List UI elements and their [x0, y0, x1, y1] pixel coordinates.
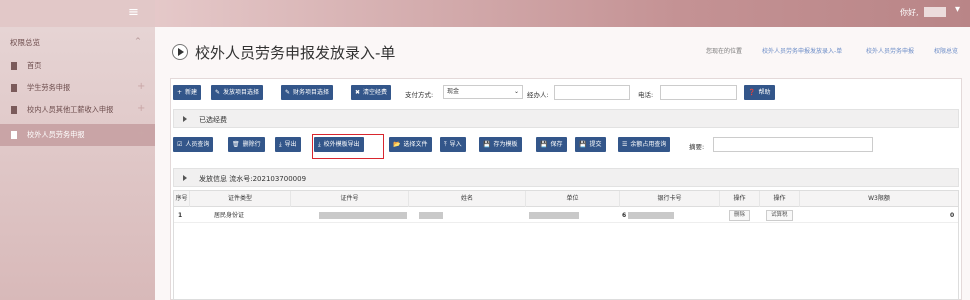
play-icon — [172, 44, 188, 60]
data-table: 序号 证件类型 证件号 姓名 单位 银行卡号 操作 操作 W3限额 1 居民身份… — [173, 190, 959, 300]
highlight-box — [312, 134, 384, 159]
expand-icon[interactable]: + — [137, 81, 145, 92]
save-icon: 💾 — [483, 141, 491, 148]
help-button[interactable]: ❓ 帮助 — [744, 85, 775, 100]
folder-icon: 📂 — [393, 141, 401, 148]
dropdown-icon[interactable]: ▾ — [955, 4, 970, 22]
sidebar-item-label: 校外人员劳务申报 — [27, 130, 85, 139]
handler-input[interactable] — [554, 85, 630, 100]
download-icon: ⤓ — [279, 141, 282, 148]
card-number-cell: 6 — [622, 212, 627, 219]
expand-arrow-icon — [183, 116, 187, 122]
delete-row-button[interactable]: 🗑 删除行 — [228, 137, 265, 152]
summary-label: 摘要: — [689, 143, 705, 151]
save-template-button[interactable]: 💾 存为模板 — [479, 137, 522, 152]
pencil-icon: ✎ — [285, 89, 291, 96]
finance-select-button[interactable]: ✎ 财务项目选择 — [281, 85, 334, 100]
handler-label: 经办人: — [527, 91, 549, 99]
document-icon — [11, 131, 17, 139]
page-title: 校外人员劳务申报发放录入-单 — [195, 44, 396, 62]
breadcrumb-label: 您现在的位置 — [706, 48, 743, 55]
expand-icon[interactable]: + — [137, 103, 145, 114]
sidebar-item-home[interactable]: 首页 — [0, 55, 155, 77]
document-icon — [11, 62, 17, 70]
sidebar-item-external[interactable]: 校外人员劳务申报 + — [0, 124, 155, 146]
summary-input[interactable] — [713, 137, 873, 152]
hamburger-icon[interactable]: ≡ — [128, 6, 139, 19]
sidebar-item-student[interactable]: 学生劳务申报 + — [0, 77, 155, 99]
dispatch-info-section[interactable]: 发放信息 流水号:202103700009 — [173, 168, 959, 187]
plus-icon: + — [177, 89, 183, 96]
import-button[interactable]: ⤒ 导入 — [440, 137, 466, 152]
breadcrumb-link[interactable]: 权限总览 — [934, 46, 958, 55]
redacted-unit — [529, 212, 579, 219]
quota-query-button[interactable]: ☰ 余额占用查询 — [618, 137, 671, 152]
breadcrumb-link[interactable]: 校外人员劳务申报发放录入-单 — [762, 46, 842, 55]
sidebar-section-title: 权限总览 — [10, 38, 40, 47]
selected-funds-section[interactable]: 已选经费 — [173, 109, 959, 128]
caret-up-icon[interactable]: ^ — [135, 37, 141, 45]
submit-button[interactable]: 💾 提交 — [575, 137, 606, 152]
expand-arrow-icon — [183, 175, 187, 181]
sidebar-item-internal[interactable]: 校内人员其他工薪收入申报 + — [0, 99, 155, 121]
phone-input[interactable] — [660, 85, 737, 100]
sidebar-item-label: 学生劳务申报 — [27, 83, 71, 92]
phone-label: 电话: — [638, 91, 654, 99]
delete-row-link[interactable]: 删除 — [729, 210, 751, 221]
id-type-cell: 居民身份证 — [214, 212, 245, 219]
list-icon: ☰ — [622, 141, 628, 148]
choose-file-button[interactable]: 📂 选择文件 — [389, 137, 432, 152]
redacted-card-number — [628, 212, 674, 219]
row-index: 1 — [178, 212, 183, 219]
document-icon — [11, 84, 17, 92]
expand-icon[interactable]: + — [137, 128, 145, 139]
column-header: 姓名 — [409, 191, 526, 207]
help-icon: ❓ — [748, 89, 756, 96]
column-header: 操作 — [720, 191, 760, 207]
person-query-button[interactable]: ☑ 人员查询 — [173, 137, 214, 152]
pay-method-label: 支付方式: — [405, 91, 434, 99]
redacted-id-number — [319, 212, 407, 219]
column-header: W3限额 — [868, 195, 890, 202]
column-header: 证件类型 — [190, 191, 291, 207]
search-icon: ☑ — [177, 141, 183, 148]
redacted-name — [419, 212, 443, 219]
column-header: 序号 — [174, 191, 190, 207]
save-button[interactable]: 💾 保存 — [536, 137, 567, 152]
new-button[interactable]: + 新建 — [173, 85, 202, 100]
table-row[interactable]: 1 居民身份证 6 删除 试算税 0 — [174, 208, 958, 223]
sidebar: 权限总览 ^ 首页 学生劳务申报 + 校内人员其他工薪收入申报 + 校外人员劳务… — [0, 27, 155, 300]
chevron-down-icon: ⌄ — [513, 88, 519, 95]
document-icon — [11, 106, 17, 114]
greeting-text: 你好, — [900, 8, 919, 17]
clear-funds-button[interactable]: ✖ 清空经费 — [351, 85, 392, 100]
close-icon: ✖ — [355, 89, 361, 96]
pay-method-select[interactable]: 现金 ⌄ — [443, 85, 523, 99]
save-icon: 💾 — [540, 141, 548, 148]
project-select-button[interactable]: ✎ 发放项目选择 — [211, 85, 264, 100]
breadcrumb-link[interactable]: 校外人员劳务申报 — [866, 46, 914, 55]
save-icon: 💾 — [579, 141, 587, 148]
sidebar-item-label: 校内人员其他工薪收入申报 — [27, 105, 114, 114]
trash-icon: 🗑 — [232, 141, 240, 148]
tax-calc-button[interactable]: 试算税 — [766, 210, 793, 221]
upload-icon: ⤒ — [444, 141, 447, 148]
pencil-icon: ✎ — [215, 89, 221, 96]
column-header: 银行卡号 — [620, 191, 720, 207]
table-header: 序号 证件类型 证件号 姓名 单位 银行卡号 操作 操作 W3限额 — [174, 191, 958, 207]
limit-cell: 0 — [950, 212, 955, 219]
export-button[interactable]: ⤓ 导出 — [275, 137, 301, 152]
column-header: 证件号 — [291, 191, 409, 207]
user-name-redacted — [924, 7, 946, 17]
column-header: 操作 — [760, 191, 800, 207]
column-header: 单位 — [526, 191, 620, 207]
sidebar-item-label: 首页 — [27, 61, 42, 70]
